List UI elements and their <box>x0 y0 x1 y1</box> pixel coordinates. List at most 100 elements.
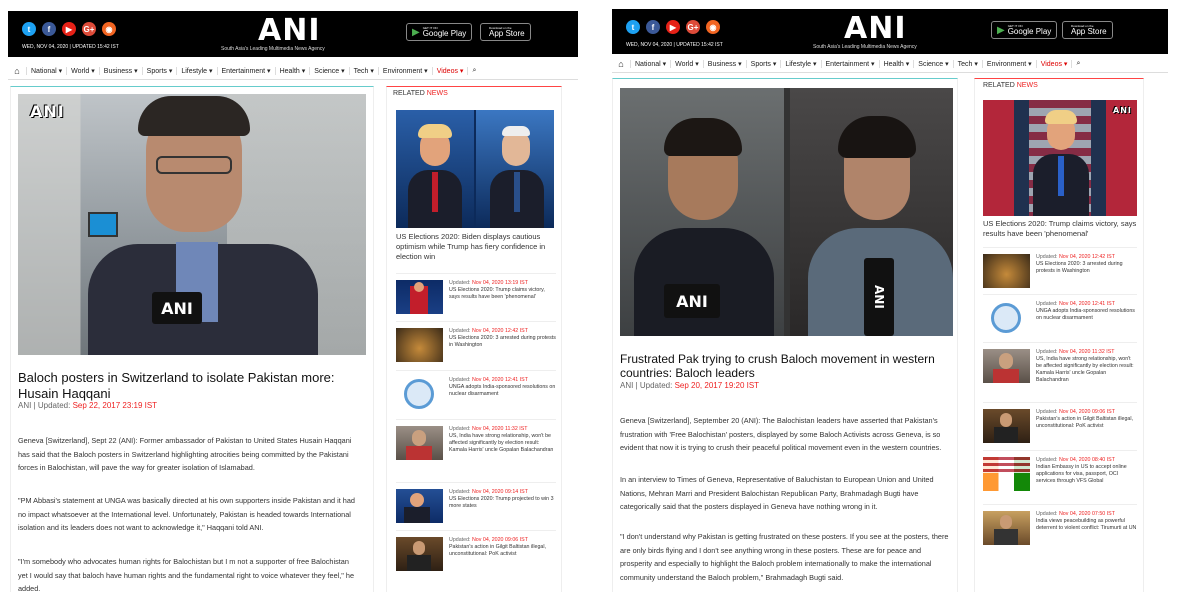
related-news-item[interactable]: Updated: Nov 04, 2020 09:14 IST US Electi… <box>396 482 556 523</box>
nav-label: Videos <box>1040 61 1062 68</box>
nav-health[interactable]: Health ▾ <box>878 60 914 68</box>
updated-label: Updated: <box>449 377 471 383</box>
nav-world[interactable]: World ▾ <box>66 67 99 75</box>
news-title: Pakistan's action in Gilgit Baltistan il… <box>1036 416 1133 429</box>
site-header: t f ▶ G+ ◉ WED, NOV 04, 2020 | UPDATED 1… <box>612 9 1168 54</box>
nav-tech[interactable]: Tech ▾ <box>348 67 378 75</box>
home-icon[interactable]: ⌂ <box>612 59 630 69</box>
article-meta: ANI | Updated: Sep 22, 2017 23:19 IST <box>18 401 157 410</box>
nav-business[interactable]: Business ▾ <box>702 60 746 68</box>
related-news-item[interactable]: Updated: Nov 04, 2020 12:42 IST US Electi… <box>983 247 1137 288</box>
news-thumbnail <box>396 537 443 571</box>
facebook-icon[interactable]: f <box>42 22 56 36</box>
rss-icon[interactable]: ◉ <box>102 22 116 36</box>
updated-label: Updated: <box>1036 349 1058 355</box>
nav-videos[interactable]: Videos ▾ <box>431 67 468 75</box>
related-news-item[interactable]: Updated: Nov 04, 2020 07:50 IST India vie… <box>983 504 1137 545</box>
featured-news-title[interactable]: US Elections 2020: Trump claims victory,… <box>983 219 1139 239</box>
play-store-icon: ▶ <box>997 24 1005 36</box>
nav-entertainment[interactable]: Entertainment ▾ <box>820 60 879 68</box>
news-date: Nov 04, 2020 12:42 IST <box>1058 254 1115 260</box>
nav-label: National <box>31 68 57 75</box>
news-title: US Elections 2020: Trump projected to wi… <box>449 496 554 509</box>
news-date: Nov 04, 2020 09:14 IST <box>471 489 528 495</box>
related-news-item[interactable]: Updated: Nov 04, 2020 09:06 IST Pakistan'… <box>396 530 556 571</box>
ani-watermark: ANI <box>1113 106 1132 115</box>
nav-environment[interactable]: Environment ▾ <box>377 67 432 75</box>
un-emblem-icon <box>991 303 1021 333</box>
google-play-button[interactable]: ▶ GET IT ON Google Play <box>991 21 1058 39</box>
facebook-icon[interactable]: f <box>646 20 660 34</box>
related-news-item[interactable]: Updated: Nov 04, 2020 11:32 IST US, India… <box>983 342 1137 384</box>
related-news-item[interactable]: Updated: Nov 04, 2020 12:42 IST US Electi… <box>396 321 556 362</box>
news-title: US, India have strong relationship, won'… <box>449 433 554 453</box>
nav-label: Science <box>918 61 944 68</box>
related-news-item[interactable]: Updated: Nov 04, 2020 12:41 IST UNGA adop… <box>396 370 556 411</box>
article-paragraph: "I'm somebody who advocates human rights… <box>18 557 355 592</box>
google-plus-icon[interactable]: G+ <box>82 22 96 36</box>
twitter-icon[interactable]: t <box>626 20 640 34</box>
nav-label: World <box>675 61 694 68</box>
nav-tech[interactable]: Tech ▾ <box>952 60 982 68</box>
related-news-item[interactable]: Updated: Nov 04, 2020 13:19 IST US Electi… <box>396 273 556 314</box>
site-header: t f ▶ G+ ◉ WED, NOV 04, 2020 | UPDATED 1… <box>8 11 578 57</box>
related-news-item[interactable]: Updated: Nov 04, 2020 12:41 IST UNGA adop… <box>983 294 1137 335</box>
ani-mic-flag-right: ANI <box>864 258 894 336</box>
article-hero-image: ANI ANI <box>18 94 366 355</box>
featured-news-image[interactable]: ANI <box>983 100 1137 216</box>
updated-label: Updated: <box>1036 511 1058 517</box>
person-hair <box>138 96 250 136</box>
search-icon[interactable]: ⌕ <box>467 67 480 75</box>
featured-news-title[interactable]: US Elections 2020: Biden displays cautio… <box>396 232 556 262</box>
right-article-page: t f ▶ G+ ◉ WED, NOV 04, 2020 | UPDATED 1… <box>596 0 1181 592</box>
news-date: Nov 04, 2020 12:41 IST <box>471 377 528 383</box>
social-icons: t f ▶ G+ ◉ <box>22 22 116 36</box>
youtube-icon[interactable]: ▶ <box>62 22 76 36</box>
article-paragraph: Geneva [Switzerland], September 20 (ANI)… <box>620 416 942 452</box>
nav-business[interactable]: Business ▾ <box>98 67 142 75</box>
nav-science[interactable]: Science ▾ <box>309 67 348 75</box>
nav-environment[interactable]: Environment ▾ <box>981 60 1036 68</box>
home-icon[interactable]: ⌂ <box>8 66 26 76</box>
news-date: Nov 04, 2020 09:06 IST <box>471 537 528 543</box>
news-date: Nov 04, 2020 13:19 IST <box>471 280 528 286</box>
google-play-button[interactable]: ▶ GET IT ON Google Play <box>406 23 473 41</box>
nav-label: Tech <box>957 61 973 68</box>
ani-logo[interactable]: ANI <box>258 13 321 48</box>
left-person-jacket <box>634 228 774 336</box>
nav-national[interactable]: National ▾ <box>630 60 670 68</box>
news-title: Pakistan's action in Gilgit Baltistan il… <box>449 544 546 557</box>
news-date: Nov 04, 2020 12:41 IST <box>1058 301 1115 307</box>
trump-hair <box>1045 110 1077 124</box>
nav-national[interactable]: National ▾ <box>26 67 66 75</box>
featured-news-image[interactable] <box>396 110 554 228</box>
related-news-item[interactable]: Updated: Nov 04, 2020 08:40 IST Indian Em… <box>983 450 1137 491</box>
app-store-button[interactable]: Download on the App Store <box>1062 21 1113 39</box>
news-title: UNGA adopts India-sponsored resolutions … <box>1036 308 1135 321</box>
nav-lifestyle[interactable]: Lifestyle ▾ <box>780 60 820 68</box>
app-store-button[interactable]: Download on the App Store <box>480 23 531 41</box>
related-news-item[interactable]: Updated: Nov 04, 2020 11:32 IST US, India… <box>396 419 556 460</box>
nav-sports[interactable]: Sports ▾ <box>745 60 781 68</box>
social-icons: t f ▶ G+ ◉ <box>626 20 720 34</box>
ani-logo[interactable]: ANI <box>844 11 907 46</box>
related-news-item[interactable]: Updated: Nov 04, 2020 09:06 IST Pakistan'… <box>983 402 1137 443</box>
nav-science[interactable]: Science ▾ <box>913 60 952 68</box>
nav-world[interactable]: World ▾ <box>670 60 703 68</box>
rss-icon[interactable]: ◉ <box>706 20 720 34</box>
nav-videos[interactable]: Videos ▾ <box>1035 60 1072 68</box>
twitter-icon[interactable]: t <box>22 22 36 36</box>
youtube-icon[interactable]: ▶ <box>666 20 680 34</box>
article-paragraph: In an interview to Times of Geneva, Repr… <box>620 475 934 511</box>
google-plus-icon[interactable]: G+ <box>686 20 700 34</box>
search-icon[interactable]: ⌕ <box>1071 60 1084 68</box>
news-title: Indian Embassy in US to accept online ap… <box>1036 464 1127 484</box>
updated-label: Updated: <box>449 280 471 286</box>
news-date: Nov 04, 2020 09:06 IST <box>1058 409 1115 415</box>
nav-entertainment[interactable]: Entertainment ▾ <box>216 67 275 75</box>
nav-lifestyle[interactable]: Lifestyle ▾ <box>176 67 216 75</box>
nav-sports[interactable]: Sports ▾ <box>141 67 177 75</box>
nav-label: Business <box>707 61 737 68</box>
nav-health[interactable]: Health ▾ <box>274 67 310 75</box>
google-play-label: Google Play <box>1007 26 1052 36</box>
